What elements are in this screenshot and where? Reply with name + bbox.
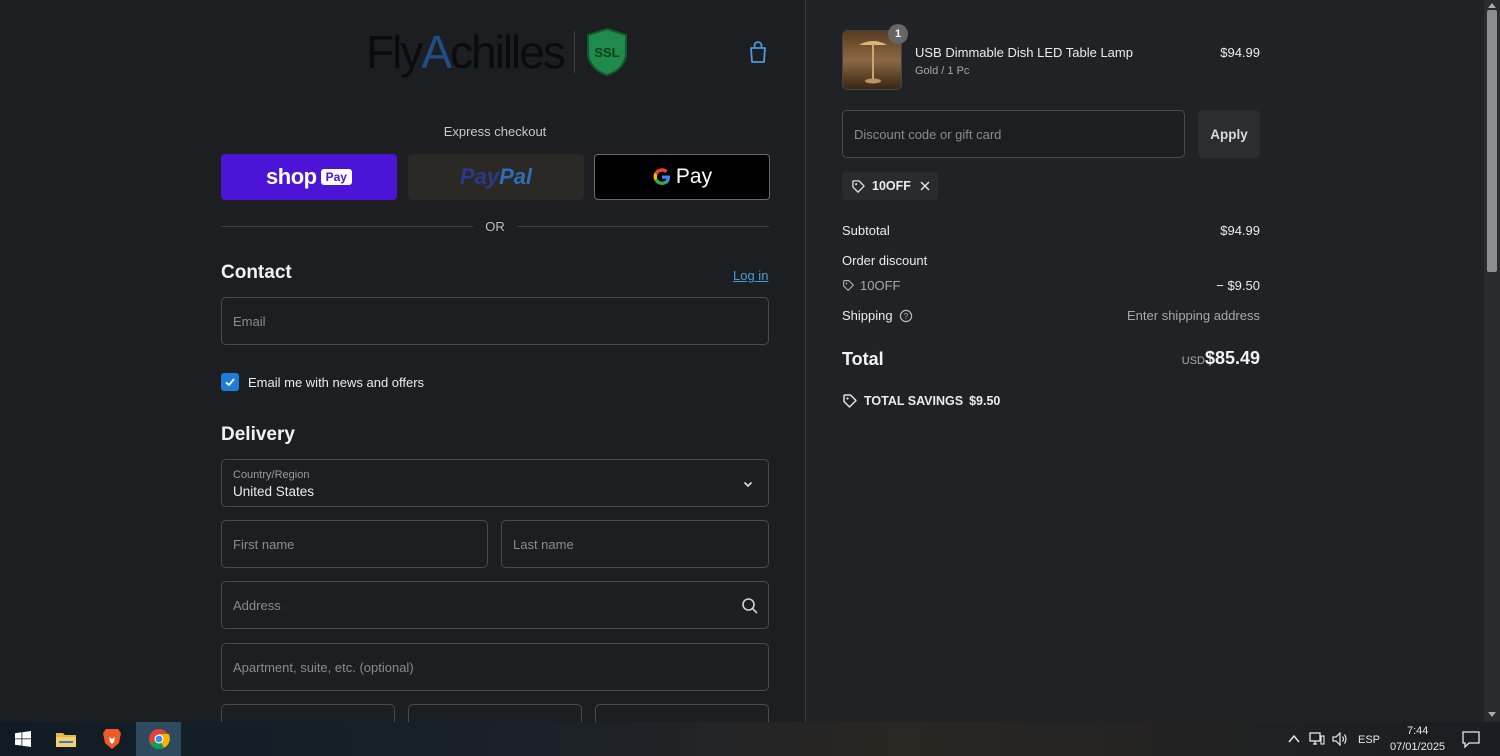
info-icon[interactable]: ?: [899, 309, 913, 323]
chevron-down-icon: [743, 481, 753, 488]
shipping-row: Shipping ?: [842, 308, 913, 323]
address-field[interactable]: [221, 581, 769, 629]
checkmark-icon: [225, 378, 235, 387]
shipping-value: Enter shipping address: [1127, 308, 1260, 323]
checkout-main-column: FlyAchilles SSL Express checkout shop Pa…: [0, 0, 806, 722]
chrome-icon: [148, 729, 170, 750]
scrollbar-thumb[interactable]: [1487, 10, 1497, 272]
paypal-button[interactable]: PayPal: [408, 154, 584, 200]
newsletter-checkbox[interactable]: [221, 373, 239, 391]
country-select[interactable]: Country/Region United States: [221, 459, 769, 507]
contact-heading: Contact: [221, 262, 292, 283]
chevron-up-icon[interactable]: [1288, 734, 1300, 744]
logo-divider: [573, 31, 575, 73]
brave-lion-icon: [102, 729, 121, 749]
brave-browser-button[interactable]: [89, 722, 134, 756]
clock-time[interactable]: 7:44: [1407, 725, 1428, 737]
tag-icon: [852, 179, 865, 193]
remove-discount-icon[interactable]: [919, 180, 931, 192]
scroll-up-icon[interactable]: [1488, 2, 1496, 8]
ssl-shield-icon: SSL: [586, 27, 627, 77]
start-button[interactable]: [0, 722, 45, 756]
total-label: Total: [842, 349, 884, 369]
discount-code-row: 10OFF: [842, 278, 900, 293]
tag-icon: [843, 280, 854, 291]
delivery-heading: Delivery: [221, 424, 295, 445]
product-name: USB Dimmable Dish LED Table Lamp: [915, 45, 1133, 60]
subtotal-label: Subtotal: [842, 223, 890, 238]
first-name-field[interactable]: [221, 520, 488, 568]
scroll-down-icon[interactable]: [1488, 712, 1496, 718]
total-value: $85.49: [1204, 348, 1260, 368]
product-variant: Gold / 1 Pc: [915, 65, 970, 77]
google-pay-button[interactable]: Pay: [594, 154, 770, 200]
apartment-field[interactable]: [221, 643, 769, 691]
express-checkout-label: Express checkout: [443, 124, 547, 139]
shop-pay-button[interactable]: shop Pay: [221, 154, 397, 200]
last-name-field[interactable]: [501, 520, 769, 568]
google-g-icon: [653, 168, 670, 185]
tag-icon: [843, 394, 857, 408]
windows-taskbar: ESP 7:44 07/01/2025: [0, 722, 1500, 756]
folder-icon: [55, 733, 76, 747]
volume-icon[interactable]: [1332, 732, 1348, 746]
svg-text:SSL: SSL: [594, 45, 619, 60]
product-price: $94.99: [1220, 45, 1260, 60]
page-scrollbar[interactable]: [1484, 0, 1500, 722]
newsletter-label: Email me with news and offers: [248, 375, 425, 390]
svg-text:?: ?: [903, 312, 908, 321]
or-separator: OR: [221, 218, 769, 234]
order-discount-label: Order discount: [842, 253, 928, 268]
total-savings: TOTAL SAVINGS $9.50: [842, 393, 1000, 409]
language-indicator[interactable]: ESP: [1358, 734, 1380, 746]
network-icon[interactable]: [1309, 732, 1325, 746]
apply-discount-button[interactable]: Apply: [1198, 110, 1260, 158]
order-summary-panel: [806, 0, 1484, 722]
search-icon[interactable]: [741, 597, 759, 615]
file-explorer-button[interactable]: [43, 722, 88, 756]
clock-date[interactable]: 07/01/2025: [1390, 741, 1445, 753]
applied-discount-chip: 10OFF: [842, 172, 938, 200]
city-field[interactable]: [221, 704, 395, 722]
total-currency: USD: [1181, 355, 1205, 367]
subtotal-value: $94.99: [1220, 223, 1260, 238]
store-logo[interactable]: FlyAchilles SSL: [366, 26, 629, 78]
discount-code-input[interactable]: [842, 110, 1185, 158]
email-field[interactable]: [221, 297, 769, 345]
quantity-badge: 1: [888, 24, 908, 44]
shopping-bag-icon[interactable]: [748, 40, 768, 64]
state-field[interactable]: [408, 704, 582, 722]
zip-field[interactable]: [595, 704, 769, 722]
windows-logo-icon: [14, 731, 31, 747]
notifications-icon[interactable]: [1462, 731, 1480, 748]
discount-value: − $9.50: [1216, 278, 1260, 293]
login-link[interactable]: Log in: [733, 268, 768, 283]
chrome-browser-button[interactable]: [136, 722, 181, 756]
